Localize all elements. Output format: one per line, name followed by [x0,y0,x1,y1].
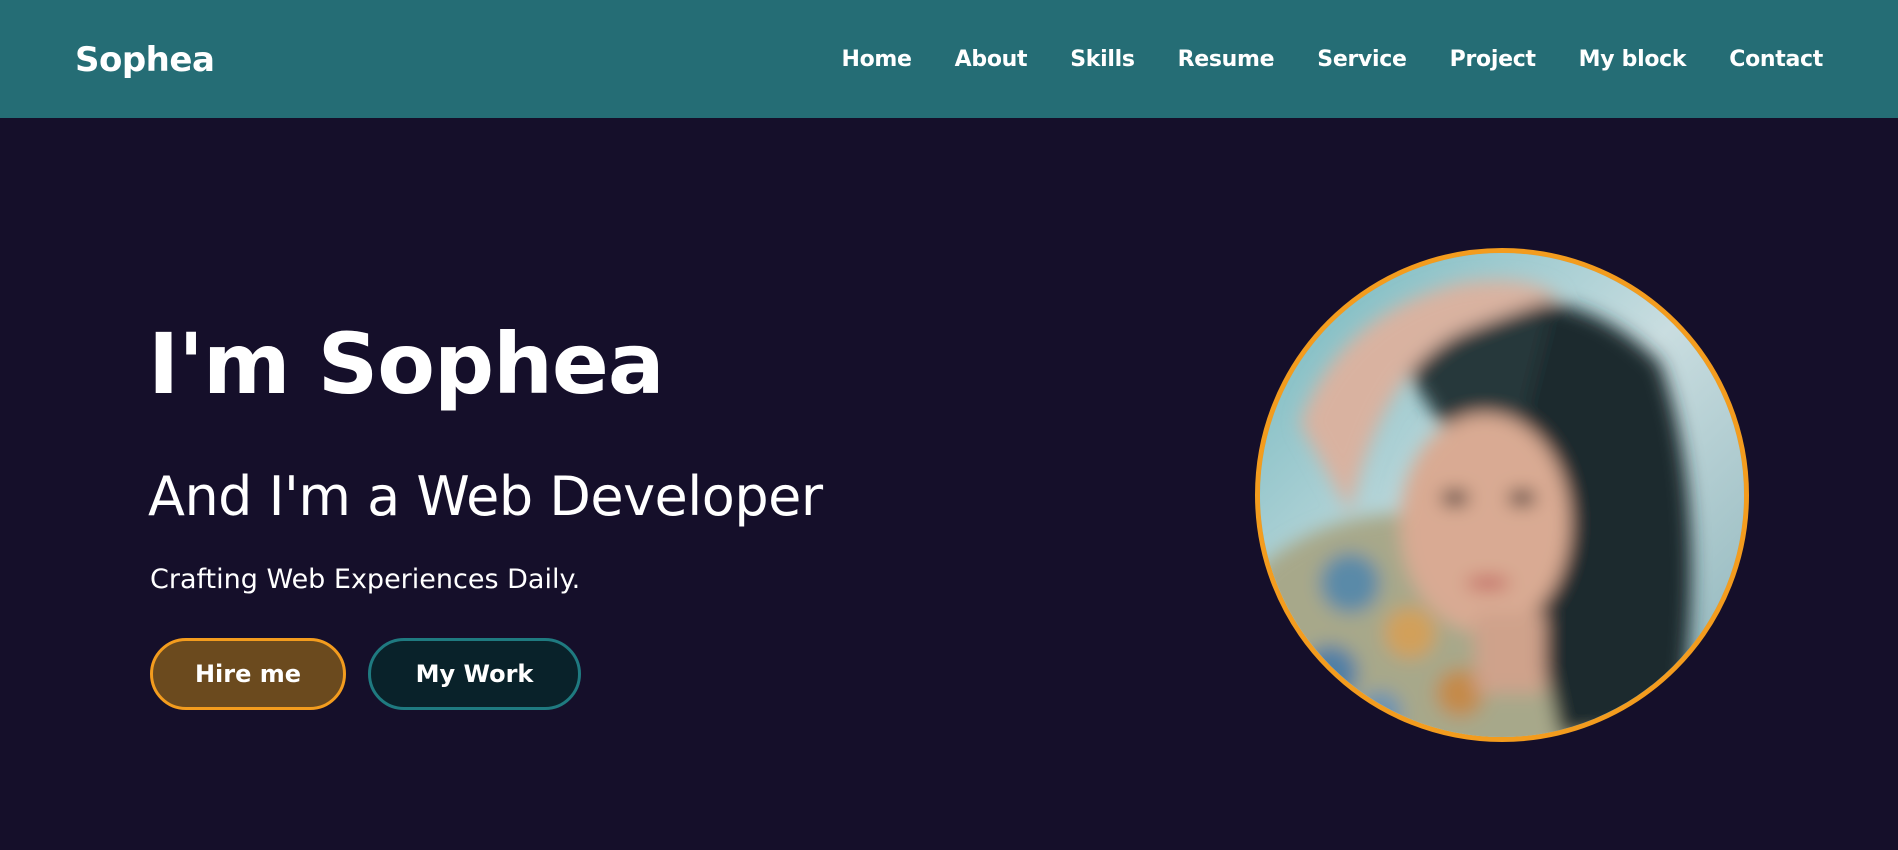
my-work-button[interactable]: My Work [368,638,581,710]
hire-me-button[interactable]: Hire me [150,638,346,710]
nav-link-home[interactable]: Home [841,44,911,76]
nav-link-resume[interactable]: Resume [1178,44,1275,76]
nav-link-service[interactable]: Service [1317,44,1407,76]
nav-link-project[interactable]: Project [1450,44,1536,76]
hero-title: I'm Sophea [148,315,665,413]
nav-link-my-block[interactable]: My block [1579,44,1687,76]
profile-photo [1260,253,1744,737]
hero-subtitle: And I'm a Web Developer [148,465,823,528]
nav-link-skills[interactable]: Skills [1070,44,1135,76]
navbar: Sophea Home About Skills Resume Service … [0,0,1898,118]
nav-menu: Home About Skills Resume Service Project… [841,44,1823,76]
site-logo[interactable]: Sophea [75,38,215,82]
hero-section: I'm Sophea And I'm a Web Developer Craft… [0,118,1898,850]
profile-avatar [1255,248,1749,742]
hero-tagline: Crafting Web Experiences Daily. [150,564,581,595]
nav-link-contact[interactable]: Contact [1729,44,1823,76]
nav-link-about[interactable]: About [955,44,1028,76]
